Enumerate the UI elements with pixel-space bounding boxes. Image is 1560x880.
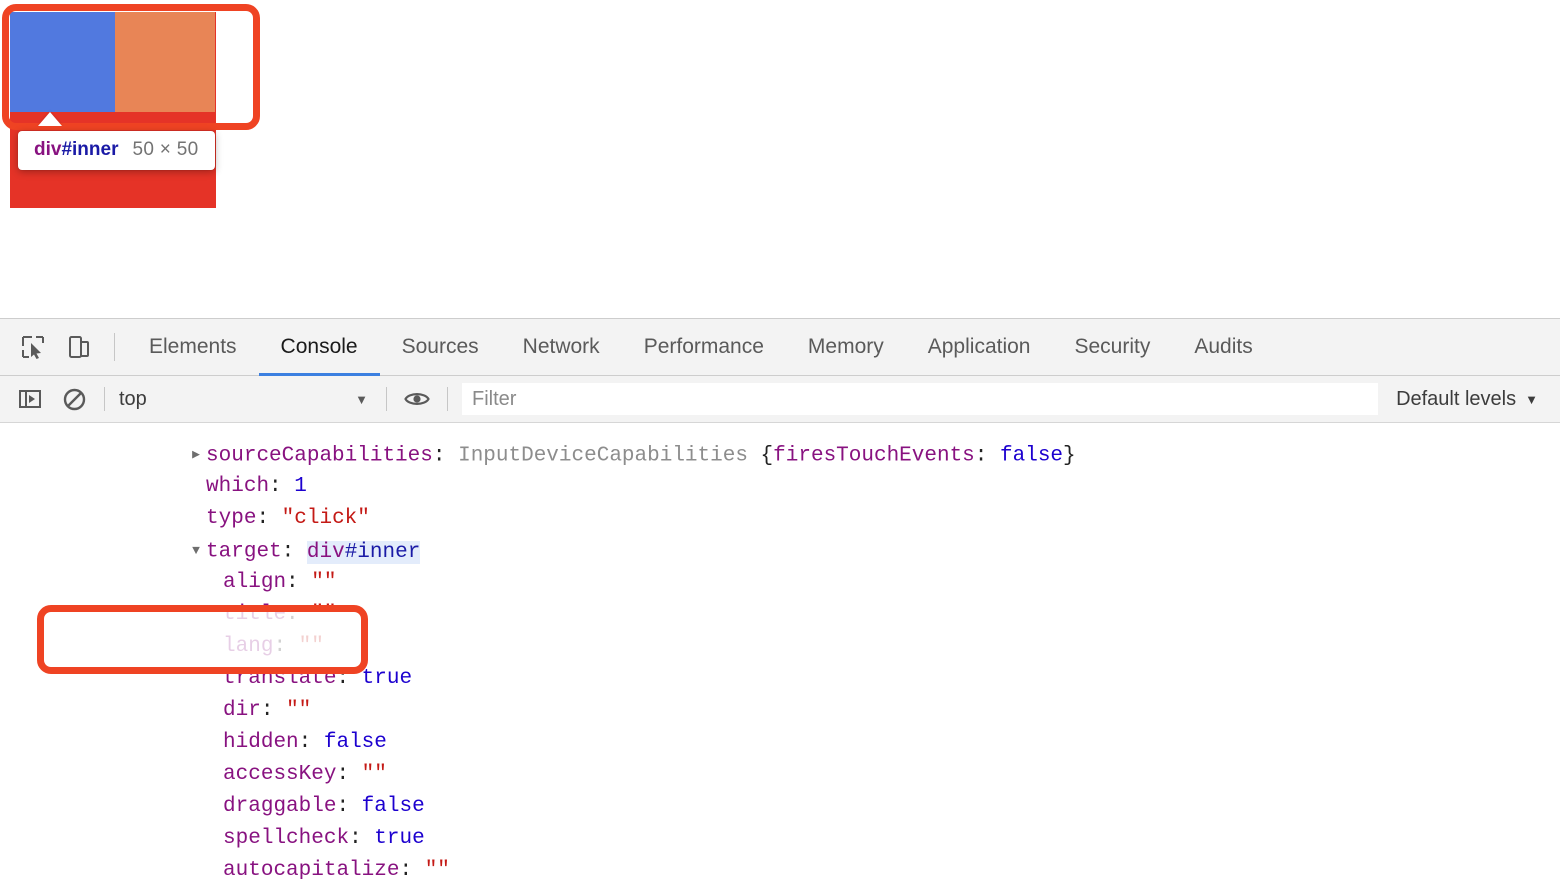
console-line[interactable]: which: 1 (0, 439, 1560, 498)
tab-network-label: Network (522, 335, 600, 358)
tab-performance-label: Performance (643, 335, 764, 358)
tab-security[interactable]: Security (1052, 319, 1172, 376)
tab-console[interactable]: Console (258, 319, 380, 376)
console-filter-input[interactable] (462, 383, 1379, 415)
console-line[interactable]: dir: "" (0, 663, 1560, 722)
inspect-tooltip-id: #inner (61, 139, 119, 160)
toolbar-divider-4 (447, 387, 448, 411)
console-scroll-content: ▶ sourceCapabilities: InputDeviceCapabili… (0, 423, 1560, 879)
console-line[interactable]: translate: true (0, 631, 1560, 690)
console-line[interactable]: spellcheck: true (0, 791, 1560, 850)
console-line[interactable]: lang: "" (0, 599, 1560, 658)
console-sidebar-toggle-icon[interactable] (8, 377, 52, 421)
tab-sources-label: Sources (401, 335, 479, 358)
tab-security-label: Security (1074, 335, 1151, 358)
tab-memory[interactable]: Memory (786, 319, 906, 376)
chevron-down-icon-2: ▼ (1525, 391, 1538, 407)
console-line[interactable]: contentEditable: "inherit" (0, 855, 1560, 879)
console-line[interactable]: draggable: false (0, 759, 1560, 818)
tab-console-label: Console (280, 335, 358, 358)
console-log-levels-selector[interactable]: Default levels ▼ (1382, 388, 1560, 411)
console-line[interactable]: title: "" (0, 567, 1560, 626)
toolbar-divider-3 (386, 387, 387, 411)
console-line[interactable]: accessKey: "" (0, 727, 1560, 786)
tab-performance[interactable]: Performance (622, 319, 786, 376)
console-context-selector[interactable]: top ▼ (113, 384, 378, 414)
devtools-panel: Elements Console Sources Network Perform… (0, 318, 1560, 880)
console-line[interactable]: align: "" (0, 535, 1560, 594)
console-line-target[interactable]: ▼ target: div#inner (0, 503, 1560, 564)
devtools-tabbar: Elements Console Sources Network Perform… (0, 319, 1560, 376)
inspect-element-icon[interactable] (10, 324, 56, 370)
console-log-levels-label: Default levels (1396, 387, 1517, 410)
tab-audits-label: Audits (1194, 335, 1253, 358)
console-line[interactable]: ▶ sourceCapabilities: InputDeviceCapabili… (0, 423, 1560, 468)
device-toolbar-icon[interactable] (56, 324, 102, 370)
inspect-tooltip-selector: div#inner (34, 139, 118, 161)
tab-elements-label: Elements (149, 335, 237, 358)
tab-application-label: Application (927, 335, 1031, 358)
page-viewport: div#inner 50 × 50 (0, 0, 1560, 318)
tab-elements[interactable]: Elements (127, 319, 259, 376)
tab-application[interactable]: Application (906, 319, 1053, 376)
console-line[interactable]: hidden: false (0, 695, 1560, 754)
console-line[interactable]: autocapitalize: "" (0, 823, 1560, 879)
console-output[interactable]: ▶ sourceCapabilities: InputDeviceCapabili… (0, 423, 1560, 879)
console-context-value: top (119, 387, 147, 410)
tab-network[interactable]: Network (501, 319, 622, 376)
console-toolbar: top ▼ Default levels ▼ (0, 376, 1560, 423)
live-expression-eye-icon[interactable] (395, 377, 439, 421)
console-line[interactable]: type: "click" (0, 471, 1560, 530)
inspect-tooltip: div#inner 50 × 50 (18, 131, 215, 170)
inspect-tooltip-dimensions: 50 × 50 (132, 139, 199, 160)
tab-sources[interactable]: Sources (380, 319, 501, 376)
inspect-tooltip-tag: div (34, 139, 62, 160)
tab-memory-label: Memory (807, 335, 884, 358)
devtools-tab-list: Elements Console Sources Network Perform… (127, 319, 1275, 376)
tooltip-arrow-icon (38, 112, 62, 126)
chevron-down-icon: ▼ (355, 391, 368, 407)
toolbar-divider-2 (104, 387, 105, 411)
tab-audits[interactable]: Audits (1172, 319, 1274, 376)
clear-console-icon[interactable] (52, 377, 96, 421)
devtools-screenshot: div#inner 50 × 50 Elements Console Sourc… (0, 0, 1560, 880)
toolbar-divider (114, 333, 115, 361)
